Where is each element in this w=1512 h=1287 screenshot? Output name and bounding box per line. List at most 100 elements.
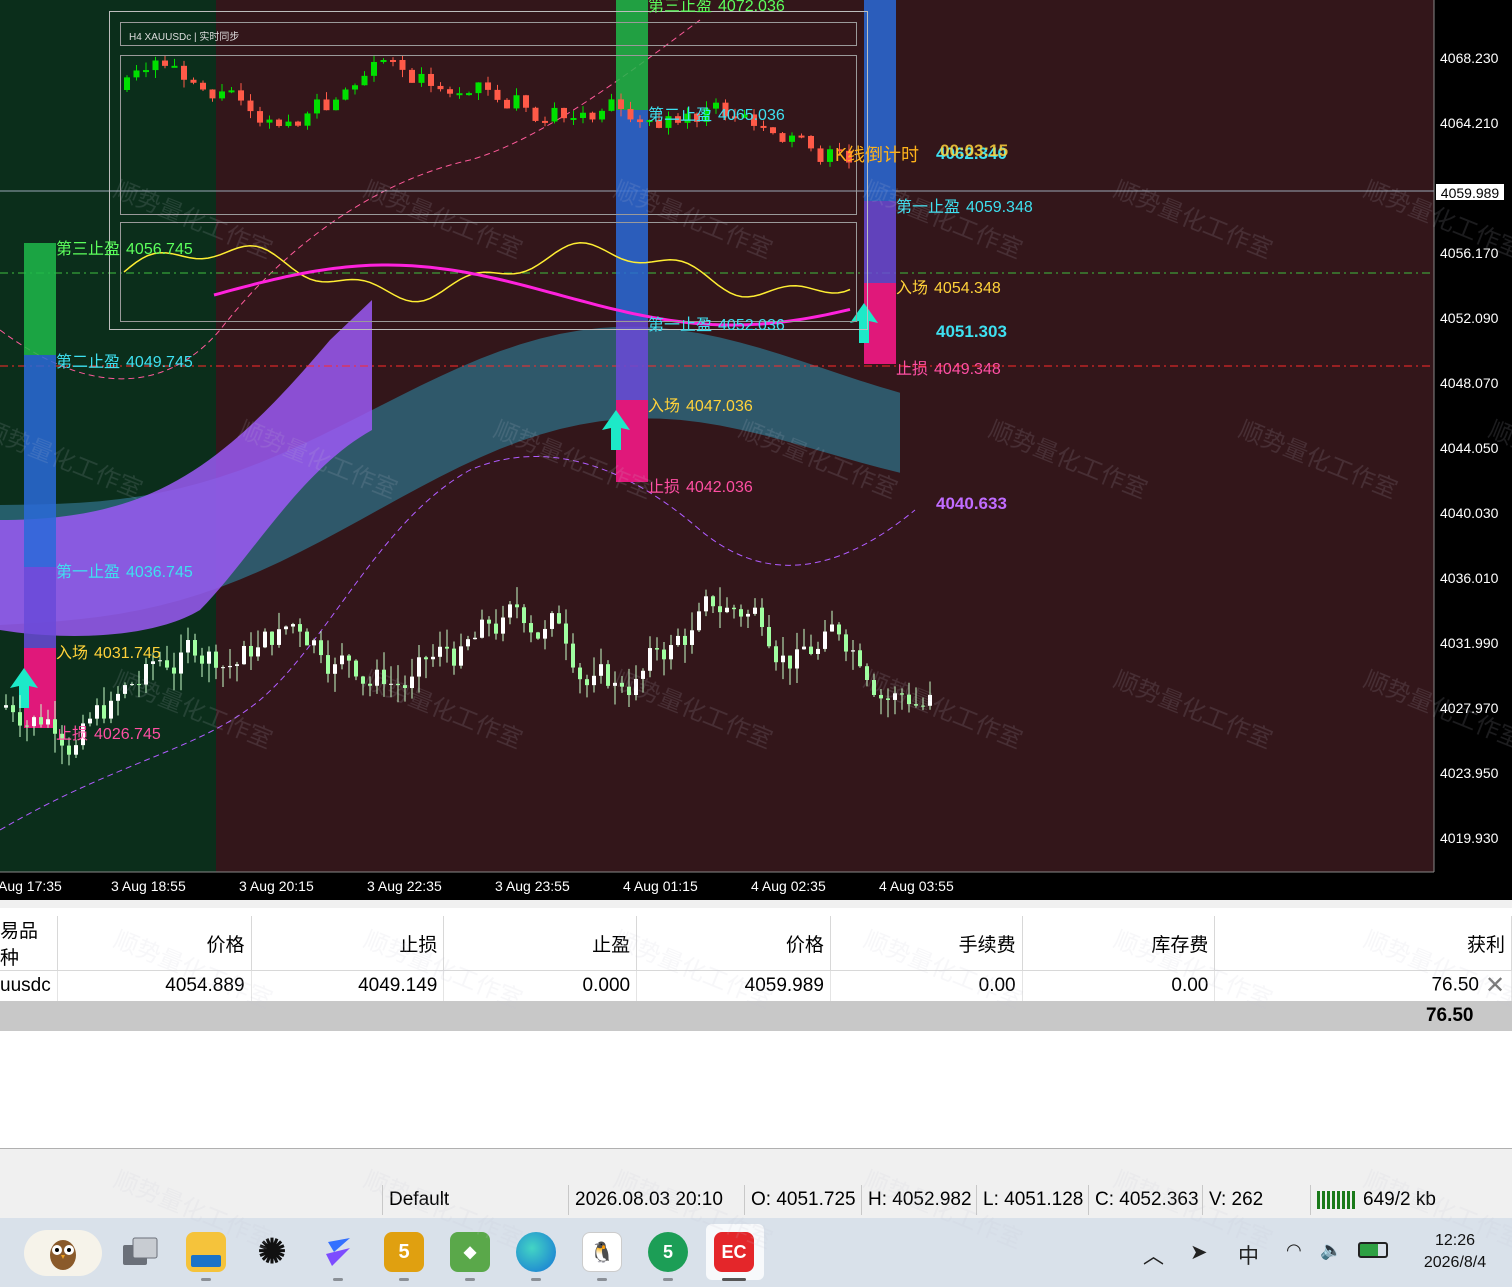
candle-body [921, 705, 925, 707]
candle-body [354, 660, 358, 677]
status-open: O: 4051.725 [744, 1185, 861, 1215]
candle-body [851, 650, 855, 652]
ime-indicator[interactable]: 中 [1238, 1240, 1259, 1270]
cell-sl[interactable]: 4049.149 [251, 970, 445, 1001]
table-row[interactable]: uusdc 4054.889 4049.149 0.000 4059.989 0… [0, 970, 1512, 1001]
candle-body [725, 607, 729, 613]
col-header-sl[interactable]: 止损 [251, 916, 445, 971]
candle-body [130, 684, 134, 686]
candle-body [487, 619, 491, 624]
mini-chart-pane-price [120, 55, 857, 215]
candle-body [46, 719, 50, 725]
candle-body [571, 643, 575, 668]
candle-body [494, 623, 498, 634]
candle-body [774, 646, 778, 663]
status-bar: Default 2026.08.03 20:10 O: 4051.725 H: … [0, 1148, 1512, 1218]
candle-body [249, 645, 253, 657]
status-low: L: 4051.128 [976, 1185, 1088, 1215]
qq-icon[interactable]: 🐧 [582, 1232, 622, 1272]
time-axis-tick: 3 Aug 18:55 [111, 878, 186, 894]
band-upper-label: 4051.303 [936, 322, 1007, 341]
metatrader5-icon[interactable]: 5 [648, 1232, 688, 1272]
candle-body [634, 678, 638, 696]
cell-tp[interactable]: 0.000 [443, 970, 638, 1001]
price-axis-tick: 4068.230 [1440, 50, 1499, 66]
candle-body [788, 655, 792, 669]
candle-body [333, 664, 337, 674]
feishu-icon[interactable] [318, 1232, 358, 1272]
candle-body [599, 664, 603, 676]
col-header-open-price[interactable]: 价格 [57, 916, 252, 971]
edge-icon[interactable] [516, 1232, 556, 1272]
status-connection[interactable]: 649/2 kb [1310, 1185, 1512, 1215]
tp2-label-2: 第二止盈 4065.036 [648, 107, 785, 124]
candle-body [312, 640, 316, 646]
tp1-label-2: 第一止盈 4052.036 [648, 317, 785, 334]
candle-body [123, 685, 127, 694]
mini-chart-pane-indicator [120, 222, 857, 322]
candle-body [739, 609, 743, 617]
candle-body [606, 664, 610, 686]
candle-body [809, 646, 813, 654]
trade-terminal: 易品种 价格 止损 止盈 价格 手续费 库存费 获利 uusdc 4054.88… [0, 900, 1512, 1148]
candle-body [508, 604, 512, 618]
col-header-symbol[interactable]: 易品种 [0, 916, 58, 971]
col-header-profit[interactable]: 获利 [1214, 916, 1512, 971]
candle-body [816, 648, 820, 654]
candle-body [193, 640, 197, 656]
candle-body [186, 640, 190, 653]
task-view-icon[interactable] [120, 1232, 160, 1272]
tp1-zone [24, 567, 56, 648]
taskbar: ✺ 5 ◆ 🐧 5 EC ︿ ➤ 中 ◠ 🔈 12:26 2026/8/4 [0, 1218, 1512, 1287]
candle-body [459, 646, 463, 666]
col-header-commission[interactable]: 手续费 [830, 916, 1023, 971]
candle-body [711, 596, 715, 607]
col-header-tp[interactable]: 止盈 [443, 916, 638, 971]
price-axis-tick: 4056.170 [1440, 245, 1499, 261]
candle-body [144, 664, 148, 685]
price-axis-tick: 4023.950 [1440, 765, 1499, 781]
location-icon[interactable]: ➤ [1190, 1240, 1208, 1265]
system-clock[interactable]: 12:26 2026/8/4 [1405, 1230, 1505, 1274]
maps-icon[interactable]: ◆ [450, 1232, 490, 1272]
candle-body [655, 648, 659, 650]
time-axis-tick: 3 Aug 23:55 [495, 878, 570, 894]
candle-body [564, 623, 568, 644]
wifi-icon[interactable]: ◠ [1286, 1240, 1302, 1261]
time-axis-tick: 4 Aug 01:15 [623, 878, 698, 894]
candle-body [760, 607, 764, 628]
candle-body [221, 667, 225, 669]
candle-body [662, 649, 666, 660]
connection-bars-icon [1317, 1190, 1357, 1209]
candle-body [445, 646, 449, 649]
candle-body [718, 606, 722, 613]
candle-body [473, 637, 477, 640]
app-5-icon[interactable]: 5 [384, 1232, 424, 1272]
price-chart[interactable]: H4 XAUUSDc | 实时同步 第三止盈 4056.745 第二止盈 4049.… [0, 0, 1512, 900]
file-explorer-icon[interactable] [186, 1232, 226, 1272]
running-indicator [663, 1278, 673, 1281]
close-position-icon[interactable]: ✕ [1485, 971, 1505, 1000]
tray-chevron-up-icon[interactable]: ︿ [1143, 1240, 1164, 1270]
candle-body [452, 648, 456, 666]
candle-body [417, 657, 421, 677]
candle-body [515, 604, 519, 608]
chatgpt-icon[interactable]: ✺ [252, 1232, 292, 1272]
ec-app-icon[interactable]: EC [714, 1232, 754, 1272]
volume-icon[interactable]: 🔈 [1320, 1240, 1342, 1261]
col-header-swap[interactable]: 库存费 [1022, 916, 1216, 971]
status-high: H: 4052.982 [861, 1185, 976, 1215]
candle-body [613, 682, 617, 686]
candle-body [844, 634, 848, 652]
status-profile[interactable]: Default [382, 1185, 568, 1215]
candle-body [172, 667, 176, 674]
candle-body [928, 694, 932, 706]
candle-body [382, 669, 386, 685]
candle-body [368, 683, 372, 686]
candle-body [501, 617, 505, 634]
summary-spacer [0, 1000, 1215, 1031]
owl-app-icon[interactable] [24, 1230, 102, 1276]
col-header-price[interactable]: 价格 [636, 916, 831, 971]
battery-icon[interactable] [1358, 1240, 1388, 1264]
status-close: C: 4052.363 [1088, 1185, 1202, 1215]
